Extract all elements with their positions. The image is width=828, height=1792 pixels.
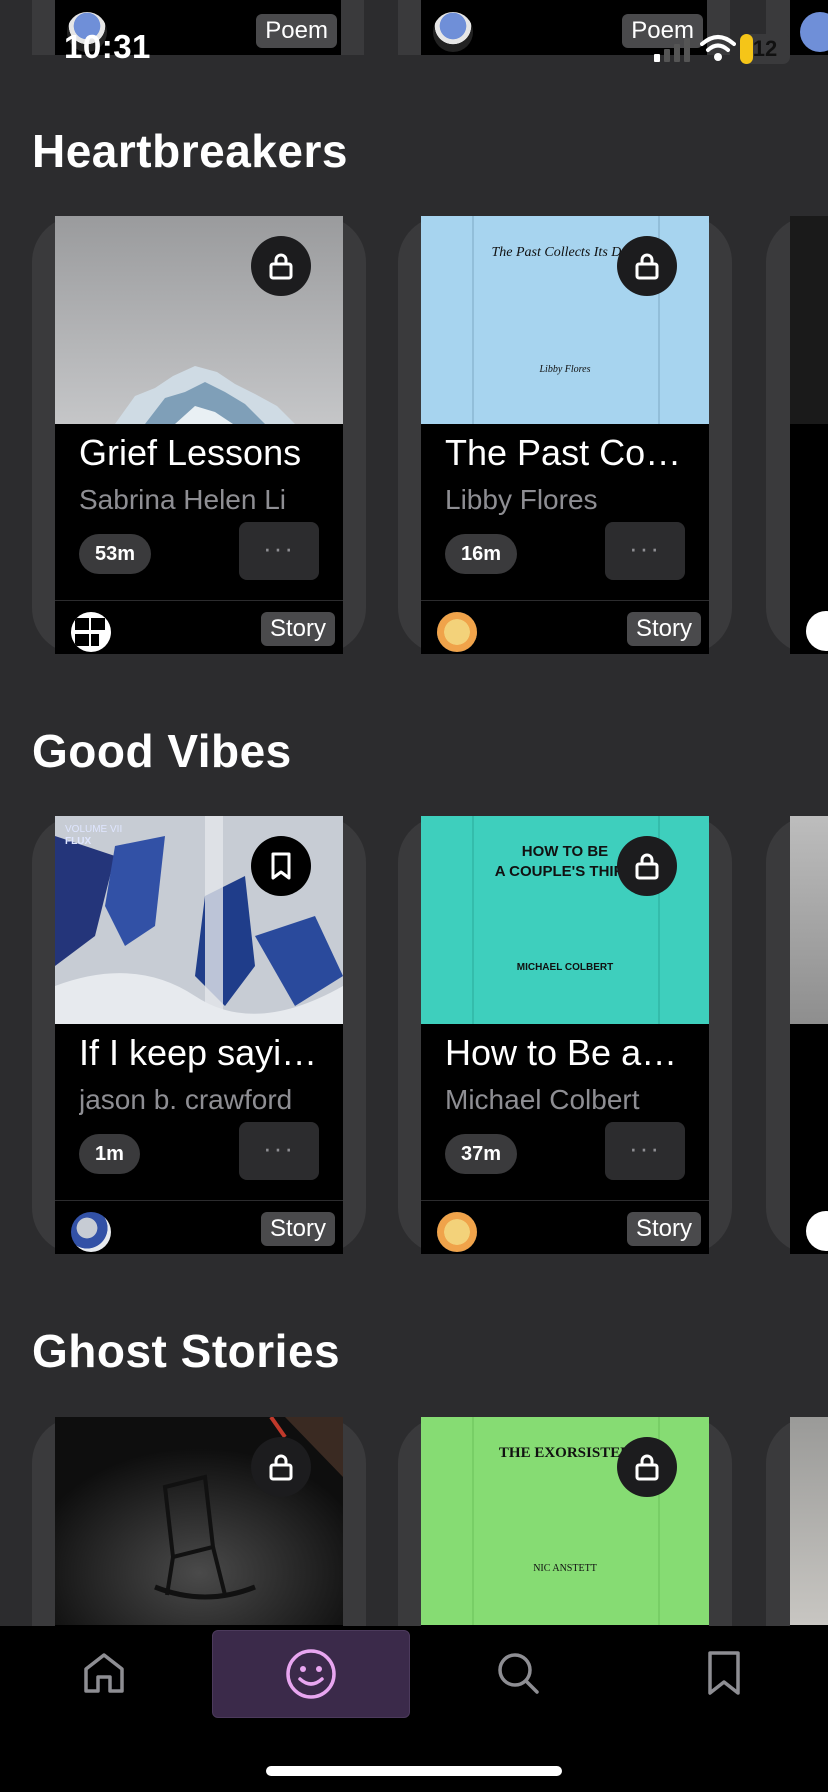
avatar (433, 12, 473, 52)
story-author: Libby Flores (445, 484, 598, 515)
story-type-tag: Poem (256, 14, 337, 48)
top-card-3-partial[interactable] (790, 0, 828, 55)
avatar (800, 12, 828, 52)
story-type-tag: Story (626, 612, 701, 646)
lock-icon (635, 1454, 659, 1481)
story-title: The Past Co… (445, 432, 682, 473)
search-icon (498, 1653, 539, 1694)
more-options-button[interactable]: ··· (239, 1122, 319, 1180)
more-options-button[interactable]: ··· (239, 522, 319, 580)
cover-author-text: MICHAEL COLBERT (517, 962, 613, 973)
card-footer: Story (421, 1200, 709, 1254)
cover-title-line2: A COUPLE'S THIRD (495, 863, 636, 880)
lock-button[interactable] (617, 1437, 677, 1497)
lock-icon (269, 253, 293, 280)
story-card-partial[interactable] (790, 216, 828, 654)
section-title: Heartbreakers (32, 125, 348, 177)
card-shell-edge (341, 0, 364, 55)
story-card[interactable]: THE EXORSISTER NIC ANSTETT (421, 1417, 709, 1626)
home-indicator[interactable] (266, 1766, 562, 1776)
duration-badge: 37m (445, 1134, 518, 1174)
story-type-tag: Story (260, 612, 335, 646)
card-footer: Story (55, 600, 343, 654)
card-shell-edge (398, 0, 421, 55)
story-title: If I keep sayi… (79, 1032, 318, 1073)
battery-level: 12 (752, 36, 778, 61)
cellular-signal-icon (654, 38, 690, 62)
more-options-button[interactable]: ··· (605, 1122, 685, 1180)
more-options-button[interactable]: ··· (605, 522, 685, 580)
lock-button[interactable] (251, 1437, 311, 1497)
duration-badge: 16m (445, 534, 518, 574)
status-time: 10:31 (64, 28, 151, 65)
story-card-partial[interactable] (790, 816, 828, 1254)
card-footer: Story (421, 600, 709, 654)
nav-home-button[interactable] (6, 1630, 202, 1716)
story-title: Grief Lessons (79, 432, 302, 473)
lock-icon (635, 253, 659, 280)
story-card[interactable]: HOW TO BE A COUPLE'S THIRD MICHAEL COLBE… (421, 816, 709, 1254)
avatar[interactable] (806, 611, 828, 651)
cover-title-line1: HOW TO BE (522, 843, 608, 860)
smiley-icon (286, 1649, 336, 1699)
duration-badge: 1m (79, 1134, 140, 1174)
story-card[interactable] (55, 1417, 343, 1626)
story-card[interactable]: The Past Collects Its Debt Libby Flores … (421, 216, 709, 654)
story-cover-image (790, 216, 828, 424)
section-title: Good Vibes (32, 725, 292, 777)
card-footer: Story (55, 1200, 343, 1254)
avatar[interactable] (71, 1212, 111, 1252)
lock-button[interactable] (617, 236, 677, 296)
nav-search-button[interactable] (420, 1630, 616, 1716)
story-card[interactable]: Grief Lessons Sabrina Helen Li 53m ··· S… (55, 216, 343, 654)
lock-icon (635, 853, 659, 880)
duration-badge: 53m (79, 534, 152, 574)
section-title: Ghost Stories (32, 1325, 341, 1377)
home-icon (84, 1653, 124, 1693)
bookmark-button[interactable] (251, 836, 311, 896)
story-card[interactable]: VOLUME VII FLUX If I keep sayi… jason b.… (55, 816, 343, 1254)
story-author: jason b. crawford (79, 1084, 293, 1115)
cover-author-text: Libby Flores (538, 364, 590, 375)
story-type-tag: Story (626, 1212, 701, 1246)
story-cover-image (790, 816, 828, 1024)
story-author: Sabrina Helen Li (79, 484, 287, 515)
cover-volume-text: VOLUME VII (65, 824, 122, 835)
card-shell-edge (32, 0, 55, 55)
avatar[interactable] (437, 612, 477, 652)
lock-button[interactable] (617, 836, 677, 896)
story-type-tag: Story (260, 1212, 335, 1246)
story-title: How to Be a… (445, 1032, 678, 1073)
avatar[interactable] (437, 1212, 477, 1252)
lock-icon (269, 1454, 293, 1481)
cover-author-text: NIC ANSTETT (533, 1563, 597, 1574)
story-cover-image (790, 1417, 828, 1625)
avatar[interactable] (806, 1211, 828, 1251)
story-card-partial[interactable] (790, 1417, 828, 1626)
battery-indicator: 12 (740, 34, 790, 64)
cover-title-text: THE EXORSISTER (499, 1445, 631, 1461)
nav-bookmarks-button[interactable] (626, 1630, 822, 1716)
wifi-icon (700, 35, 736, 61)
bookmark-icon (708, 1651, 740, 1695)
lock-button[interactable] (251, 236, 311, 296)
story-author: Michael Colbert (445, 1084, 640, 1115)
cover-flux-text: FLUX (65, 836, 91, 847)
nav-feelings-button[interactable] (212, 1630, 410, 1718)
avatar[interactable] (71, 612, 111, 652)
bookmark-icon (271, 852, 291, 880)
